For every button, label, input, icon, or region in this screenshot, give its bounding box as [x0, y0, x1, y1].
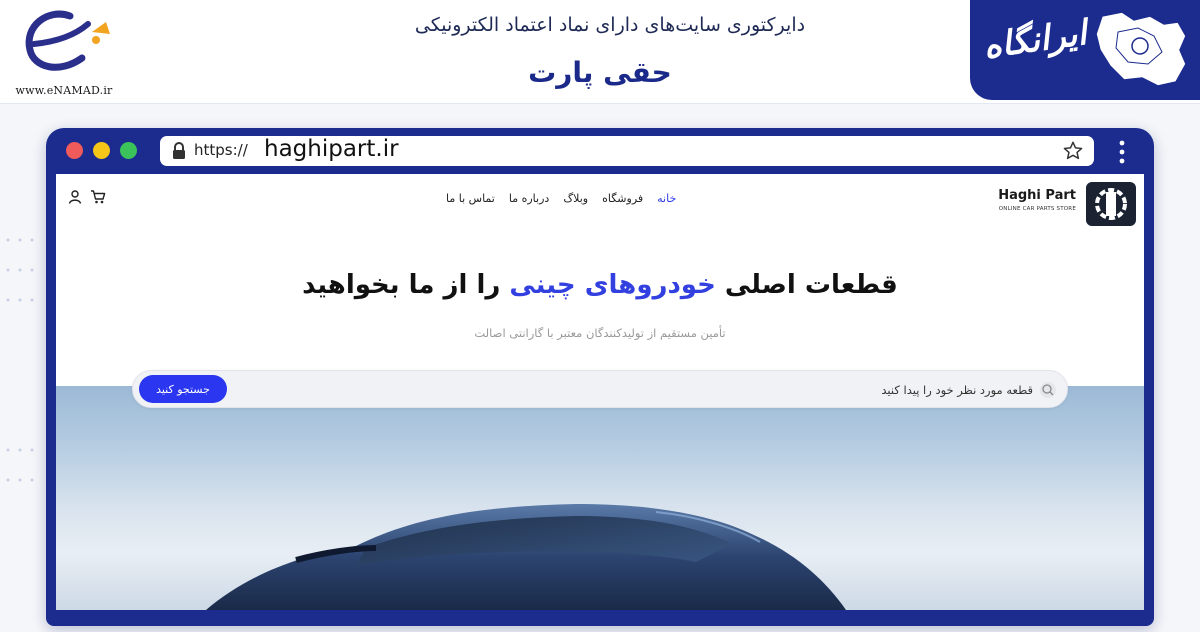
- browser-window: https:// haghipart.ir Haghi Part ONLINE …: [46, 128, 1154, 626]
- maximize-window-dot[interactable]: [120, 142, 137, 159]
- haghi-part-logo-icon[interactable]: [1082, 178, 1140, 230]
- hero-title: قطعات اصلی خودروهای چینی را از ما بخواهی…: [56, 270, 1144, 300]
- nav-item-contact[interactable]: تماس با ما: [446, 192, 495, 205]
- shopping-cart-icon[interactable]: [90, 190, 106, 204]
- minimize-window-dot[interactable]: [93, 142, 110, 159]
- enamad-e-icon: [25, 10, 110, 71]
- enamad-logo[interactable]: www.eNAMAD.ir: [8, 4, 120, 98]
- bookmark-star-icon[interactable]: [1062, 140, 1084, 162]
- webpage-viewport: Haghi Part ONLINE CAR PARTS STORE خانه ف…: [56, 174, 1144, 610]
- hero-subtitle: تأمین مستقیم از تولیدکنندگان معتبر با گا…: [474, 326, 726, 340]
- url-domain: haghipart.ir: [264, 136, 399, 162]
- directory-header: www.eNAMAD.ir دایرکتوری سایت‌های دارای ن…: [0, 0, 1200, 104]
- iran-map-icon: [1095, 11, 1187, 87]
- logo-name: Haghi Part: [998, 188, 1076, 203]
- nav-item-shop[interactable]: فروشگاه: [602, 192, 643, 205]
- decorative-dots: [6, 238, 34, 482]
- brand-name: ایرانگاه: [980, 12, 1090, 68]
- hero-car-image: [56, 386, 1144, 610]
- site-title: حقی پارت: [528, 56, 672, 89]
- enamad-url: www.eNAMAD.ir: [15, 84, 113, 97]
- directory-title: دایرکتوری سایت‌های دارای نماد اعتماد الک…: [414, 14, 806, 36]
- hero-title-start: قطعات اصلی: [715, 270, 898, 300]
- close-window-dot[interactable]: [66, 142, 83, 159]
- nav-item-blog[interactable]: وبلاگ: [563, 192, 588, 205]
- user-account-icon[interactable]: [68, 190, 82, 204]
- car-photo: [206, 504, 846, 610]
- search-button[interactable]: جستجو کنید: [139, 375, 227, 403]
- lock-icon: [173, 142, 185, 159]
- irangah-brand[interactable]: ایرانگاه: [970, 0, 1200, 100]
- hero-title-end: را از ما بخواهید: [302, 270, 510, 300]
- address-bar[interactable]: https:// haghipart.ir: [160, 136, 1094, 166]
- search-input[interactable]: [633, 380, 1033, 400]
- url-scheme: https://: [194, 141, 248, 159]
- main-nav: خانه فروشگاه وبلاگ درباره ما تماس با ما: [446, 192, 676, 205]
- search-bar: جستجو کنید: [132, 370, 1068, 408]
- logo-tagline: ONLINE CAR PARTS STORE: [998, 206, 1076, 212]
- nav-item-about[interactable]: درباره ما: [509, 192, 549, 205]
- search-icon: [1040, 382, 1056, 398]
- hero-title-highlight: خودروهای چینی: [509, 270, 716, 300]
- nav-item-home[interactable]: خانه: [657, 192, 676, 205]
- browser-menu-icon[interactable]: [1118, 140, 1126, 164]
